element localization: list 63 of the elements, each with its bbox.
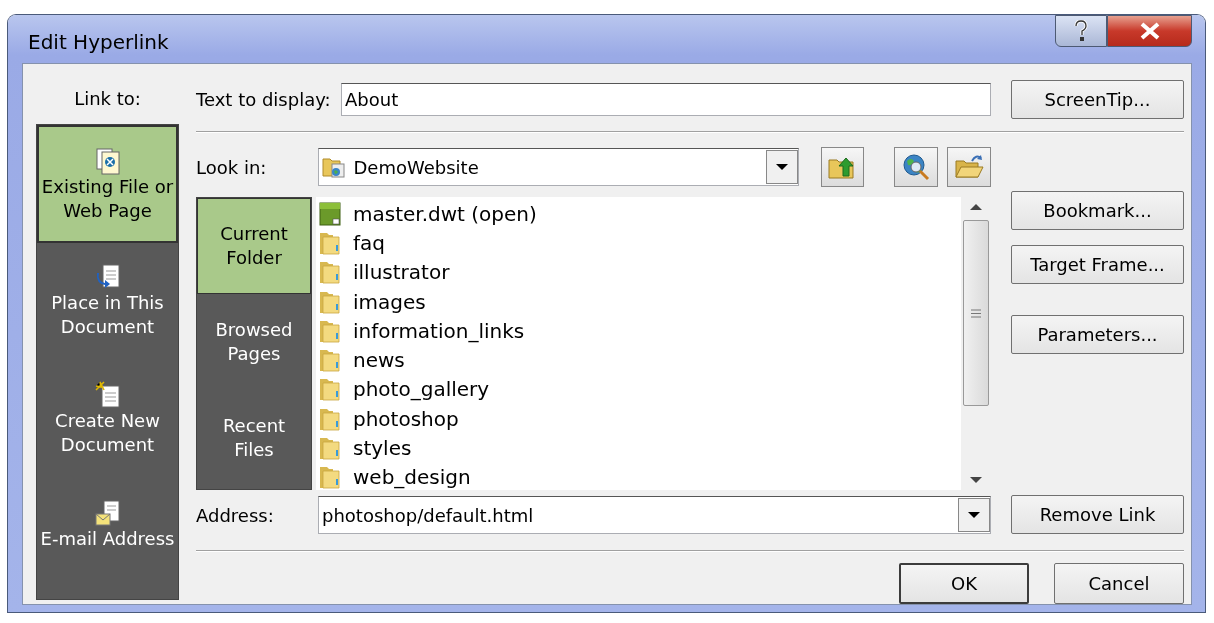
close-icon	[1138, 22, 1161, 40]
file-list-item[interactable]: images	[316, 286, 961, 317]
folder-icon	[319, 436, 341, 460]
folder-icon	[319, 406, 341, 431]
file-list-item[interactable]: news	[316, 345, 961, 375]
file-list-item[interactable]: faq	[316, 228, 961, 258]
browse-tab[interactable]: Browsed Pages	[197, 294, 311, 390]
link-type-button[interactable]: Create New Document	[37, 361, 178, 479]
window-title: Edit Hyperlink	[27, 29, 169, 56]
open-folder-button[interactable]	[947, 147, 991, 187]
help-button[interactable]	[1055, 15, 1107, 47]
template-file-icon	[319, 201, 341, 226]
web-folder-icon	[321, 156, 346, 178]
address-label: Address:	[196, 503, 275, 528]
folder-icon	[319, 377, 341, 402]
link-type-button[interactable]: Place in This Document	[37, 243, 178, 361]
document-globe-icon	[94, 147, 121, 175]
look-in-label: Look in:	[196, 155, 268, 180]
text-to-display-label: Text to display:	[196, 88, 332, 112]
dialog-button[interactable]: OK	[899, 563, 1029, 604]
screentip-button[interactable]: ScreenTip...	[1011, 80, 1184, 119]
help-icon	[1073, 20, 1089, 42]
web-search-button[interactable]	[894, 147, 939, 187]
folder-icon	[319, 260, 341, 285]
folder-icon	[319, 465, 341, 490]
file-list-item[interactable]: styles	[316, 433, 961, 463]
browse-tab[interactable]: Recent Files	[197, 390, 311, 486]
file-list-item[interactable]: information_links	[316, 316, 961, 346]
caret-icon	[967, 511, 981, 519]
scroll-down-icon[interactable]	[970, 477, 982, 484]
globe-magnifier-icon	[901, 152, 932, 182]
file-list-item[interactable]: photoshop	[316, 404, 961, 434]
folder-icon	[319, 289, 341, 314]
dialog-button[interactable]: Parameters...	[1011, 315, 1184, 354]
dialog-button[interactable]: Cancel	[1054, 563, 1184, 604]
dropdown-arrow-button[interactable]	[765, 150, 798, 184]
scroll-up-icon[interactable]	[970, 203, 982, 210]
file-list-item[interactable]: photo_gallery	[316, 374, 961, 405]
close-button[interactable]	[1107, 15, 1192, 47]
new-document-icon	[94, 381, 121, 409]
link-type-button[interactable]: Existing File or Web Page	[37, 125, 178, 243]
scroll-thumb[interactable]	[963, 220, 989, 406]
caret-icon	[774, 163, 789, 171]
file-list-item[interactable]: master.dwt (open)	[316, 199, 961, 229]
dialog-button[interactable]: Target Frame...	[1011, 245, 1184, 284]
document-arrow-icon	[94, 263, 121, 291]
link-type-button[interactable]: E-mail Address	[37, 479, 178, 597]
up-folder-button[interactable]	[820, 147, 865, 187]
link-to-label: Link to:	[74, 86, 141, 111]
folder-icon	[319, 348, 341, 373]
envelope-document-icon	[94, 499, 121, 527]
dropdown-arrow-button[interactable]	[958, 498, 990, 532]
text-to-display-field[interactable]: About	[341, 83, 991, 116]
address-field[interactable]: photoshop/default.html	[318, 496, 991, 534]
look-in-dropdown[interactable]: DemoWebsite	[317, 148, 799, 186]
folder-icon	[319, 230, 341, 255]
remove-link-button[interactable]: Remove Link	[1011, 495, 1184, 534]
file-list-item[interactable]: web_design	[316, 462, 961, 492]
browse-tab[interactable]: Current Folder	[197, 198, 311, 294]
folder-icon	[319, 318, 341, 343]
dialog-button[interactable]: Bookmark...	[1011, 191, 1184, 230]
file-list-item[interactable]: illustrator	[316, 257, 961, 287]
open-folder-icon	[954, 153, 985, 181]
